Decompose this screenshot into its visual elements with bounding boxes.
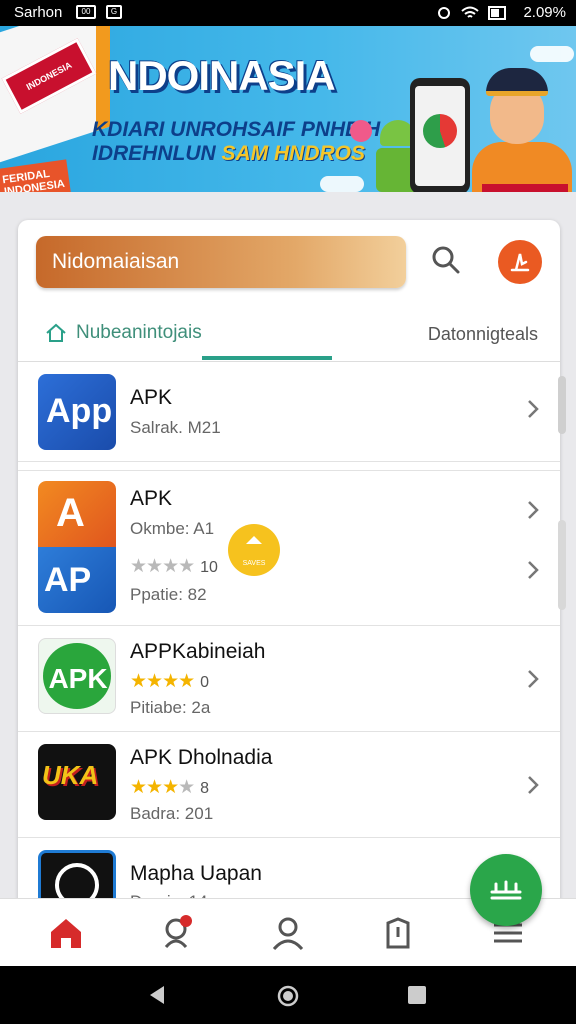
home-outline-icon: [46, 323, 66, 342]
scrollbar-track: [558, 520, 566, 610]
app-icon: APK: [38, 638, 116, 714]
battery-icon: [488, 6, 506, 20]
home-circle-icon[interactable]: [276, 984, 300, 1008]
chevron-right-icon: [528, 400, 539, 418]
app-subtitle: Salrak. M21: [130, 418, 221, 437]
chevron-right-icon: [528, 670, 539, 688]
app-list-card: Nidomaiaisan Nubeanintojais Datonnigteal…: [18, 220, 560, 910]
list-item[interactable]: UKA APK Dholnadia ★★★★ 8 Badra: 201: [18, 732, 560, 838]
app-icon-text: A: [56, 491, 85, 535]
rating-stars: ★★★★ 8: [130, 777, 210, 798]
rating-count: 0: [200, 674, 210, 691]
system-nav-bar: [0, 966, 576, 1024]
status-bar: Sarhon 00 G 2.09%: [0, 0, 576, 26]
status-notification-icon: 00: [76, 5, 96, 19]
tab-indicator: [202, 356, 332, 360]
chevron-right-icon: [528, 501, 539, 519]
tab-home[interactable]: Nubeanintojais: [44, 316, 202, 350]
lamp-icon: [510, 253, 530, 272]
mascot-illustration: [466, 56, 576, 192]
home-icon[interactable]: [46, 913, 86, 953]
app-icon-text: APK: [48, 663, 108, 694]
status-battery-text: 2.09%: [523, 4, 566, 21]
festival-tag: FERIDAL INDONESIA: [0, 159, 74, 192]
promo-banner[interactable]: INDONESIA FERIDAL INDONESIA NDOINASIA KD…: [0, 26, 576, 192]
banner-subtitle-2-highlight: SAM HNDROS: [221, 142, 366, 165]
back-icon[interactable]: [146, 984, 168, 1006]
lamp-button[interactable]: [498, 240, 542, 284]
app-icon-text: App: [46, 392, 113, 430]
badge-text: SAVES: [242, 560, 266, 567]
chevron-right-icon: [528, 561, 539, 579]
rating-count: 8: [200, 780, 210, 797]
tab-home-label: Nubeanintojais: [76, 322, 202, 343]
list-item[interactable]: APK APPKabineiah ★★★★ 0 Pitiabe: 2a: [18, 626, 560, 732]
rating-stars: ★★★★ 0: [130, 671, 210, 692]
downloads-icon[interactable]: [378, 913, 418, 953]
app-title: APK: [130, 487, 173, 510]
app-icon: A AP: [38, 481, 116, 613]
banner-subtitle-2-text: IDREHNLUN: [92, 142, 222, 165]
app-icon: UKA: [38, 744, 116, 820]
banner-subtitle-2: IDREHNLUN SAM HNDROS: [92, 142, 365, 166]
app-icon: App: [38, 374, 116, 450]
app-icon-text: UKA: [42, 760, 99, 790]
alarm-icon: [438, 7, 450, 19]
app-title: Mapha Uapan: [130, 862, 262, 885]
app-title: APK: [130, 386, 173, 409]
app-title: APPKabineiah: [130, 640, 266, 663]
tab-details[interactable]: Datonnigteals: [428, 324, 538, 345]
app-subtitle-2: Ppatie: 82: [130, 585, 207, 604]
app-subtitle: Okmbe: A1: [130, 519, 215, 538]
notifications-icon[interactable]: [156, 913, 196, 953]
scrollbar[interactable]: [558, 376, 566, 434]
app-icon-text-2: AP: [44, 561, 92, 599]
controls-icon: [490, 880, 522, 900]
rating-stars: ★★★★ 10: [130, 556, 218, 577]
app-title: APK Dholnadia: [130, 746, 273, 769]
search-bar[interactable]: Nidomaiaisan: [36, 236, 406, 288]
phone-illustration: [410, 78, 470, 192]
list-item[interactable]: App APK Salrak. M21: [18, 362, 560, 462]
banner-title: NDOINASIA: [108, 52, 336, 99]
arrow-icon: [246, 536, 262, 544]
floating-action-button[interactable]: [470, 854, 542, 926]
rating-count: 10: [200, 559, 218, 576]
status-carrier: Sarhon: [14, 4, 63, 21]
save-badge[interactable]: SAVES: [228, 524, 280, 576]
search-text: Nidomaiaisan: [52, 250, 180, 273]
wifi-icon: [461, 6, 479, 18]
banner-subtitle-1: KDIARI UNROHSAIF PNHEIH: [92, 118, 381, 141]
recents-icon[interactable]: [406, 984, 428, 1006]
app-subtitle: Badra: 201: [130, 804, 214, 823]
list-item[interactable]: A AP APK Okmbe: A1 ★★★★ 10 Ppatie: 82: [18, 470, 560, 626]
search-icon[interactable]: [426, 240, 466, 280]
profile-icon[interactable]: [268, 913, 308, 953]
tab-bar: Nubeanintojais Datonnigteals: [18, 304, 560, 362]
app-subtitle: Pitiabe: 2a: [130, 698, 211, 717]
status-app-icon: G: [106, 5, 122, 19]
chevron-right-icon: [528, 776, 539, 794]
